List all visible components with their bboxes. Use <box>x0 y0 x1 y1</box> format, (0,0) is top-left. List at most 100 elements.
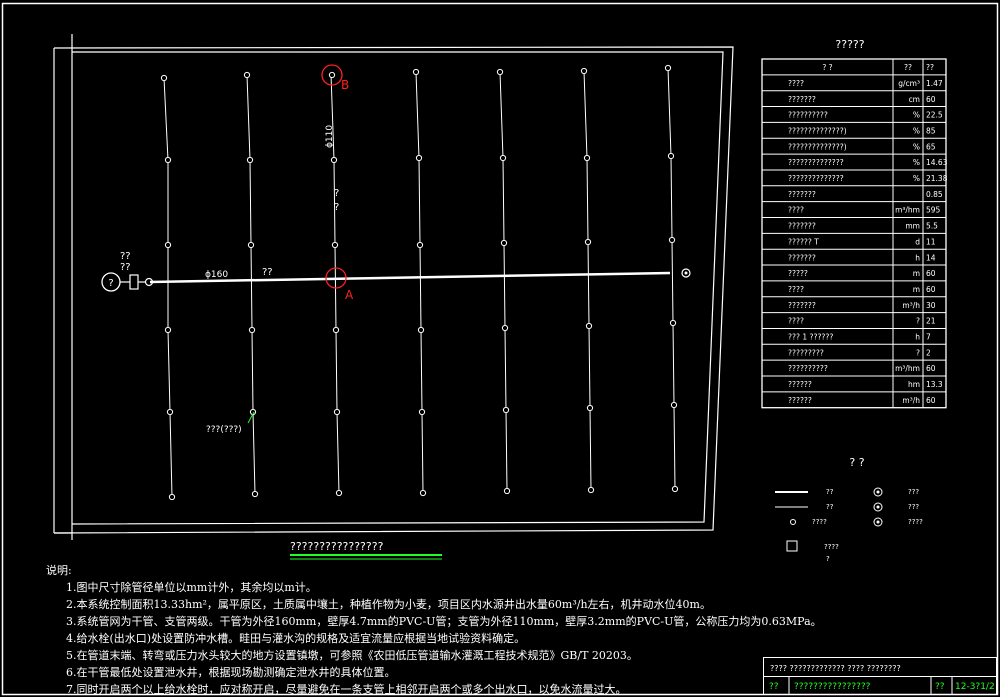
param-row-unit: m³/h <box>902 396 920 405</box>
param-row-value: 7 <box>926 333 931 342</box>
param-row-unit: hm <box>908 380 920 389</box>
title-block-row1: ???? ????????????? ???? ???????? <box>770 664 901 673</box>
marker-b-label: B <box>341 78 349 92</box>
title-block: ???? ????????????? ???? ???????? ?? ????… <box>763 657 997 695</box>
hydrant-note: ???(???) <box>206 425 242 435</box>
param-row-value: 595 <box>926 206 941 215</box>
param-row-value: 1.47 <box>926 79 943 88</box>
param-header-value: ?? <box>926 63 934 72</box>
pump-label: ? <box>108 278 113 289</box>
param-row-value: 60 <box>926 95 936 104</box>
param-row-unit: m <box>913 269 920 278</box>
title-block-cell-b: ???????????????? <box>794 682 871 692</box>
param-row-name: ?????????????? <box>788 158 844 167</box>
branch-pipe-label: ϕ110 <box>325 125 335 148</box>
param-row-name: ??????? <box>788 253 816 262</box>
param-row-unit: d <box>915 237 920 246</box>
param-row-value: 14 <box>926 253 936 262</box>
legend-item-5: ???? <box>812 518 827 526</box>
cad-drawing: { "plan": { "pump_label": "?", "pump_not… <box>0 0 1000 697</box>
param-row-unit: % <box>913 111 920 120</box>
param-row-value: 85 <box>926 126 936 135</box>
legend-item-4: ??? <box>908 503 919 511</box>
note-item-6: 6.在干管最低处设置泄水井，根据现场勘测确定泄水井的具体位置。 <box>66 666 396 679</box>
param-table-title: ????? <box>835 38 864 51</box>
param-table: ? ????????? g/cm³ 1.47??????? cm 60?????????… <box>761 58 948 409</box>
param-row-value: 22.5 <box>926 111 943 120</box>
param-row-name: ?????? T <box>788 237 819 246</box>
param-row-name: ???? <box>788 317 804 326</box>
param-row-name: ?????? <box>788 380 812 389</box>
param-row-value: 21.38 <box>926 174 948 183</box>
param-row-value: 30 <box>926 301 936 310</box>
param-row-name: ??????? <box>788 190 816 199</box>
title-block-cell-a: ?? <box>769 682 779 692</box>
main-pipe-label: ϕ160 <box>205 270 228 280</box>
plan-caption: ???????????????? <box>290 540 384 553</box>
param-row-name: ??????? <box>788 222 816 231</box>
param-row-value: 60 <box>926 269 936 278</box>
note-item-5: 5.在管道末端、转弯或压力水头较大的地方设置镇墩，可参照《农田低压管道输水灌溉工… <box>66 649 638 662</box>
param-row-name: ??????????????) <box>788 126 847 135</box>
param-row-unit: h <box>915 333 920 342</box>
note-item-7: 7.同时开启两个以上给水栓时，应对称开启，尽量避免在一条支管上相邻开启两个或多个… <box>66 683 627 696</box>
param-row-name: ?????????? <box>788 111 828 120</box>
param-row-value: 0.85 <box>926 190 943 199</box>
param-row-name: ??????? <box>788 95 816 104</box>
field-boundary <box>53 34 734 540</box>
param-row-name: ??? 1 ?????? <box>788 333 833 342</box>
legend-item-3: ??? <box>908 488 919 496</box>
branch-note-2: ? <box>334 202 339 213</box>
param-row-value: 65 <box>926 142 936 151</box>
param-row-unit: % <box>913 142 920 151</box>
param-row-unit: mm <box>905 222 920 231</box>
param-row-unit: m³/h <box>902 301 920 310</box>
legend: ?? ?? ??? ??? ???? ???? ???? ? <box>775 487 923 563</box>
param-header-item: ? ? <box>822 63 832 72</box>
param-row-unit: m³/hm <box>895 364 920 373</box>
legend-main-pipe: ?? <box>826 488 834 496</box>
note-item-4: 4.给水栓(出水口)处设置防冲水槽。畦田与灌水沟的规格及适宜流量应根据当地试验资… <box>66 632 526 645</box>
title-block-cell-c: ?? <box>935 682 945 692</box>
marker-a-label: A <box>345 288 354 302</box>
param-row-name: ????????? <box>788 348 824 357</box>
param-row-value: 21 <box>926 317 936 326</box>
param-row-value: 2 <box>926 348 931 357</box>
note-item-2: 2.本系统控制面积13.33hm²，属平原区，土质属中壤土，种植作物为小麦，项目… <box>66 598 711 611</box>
param-row-name: ??????? <box>788 301 816 310</box>
main-pipe-note: ?? <box>262 267 273 278</box>
legend-item-6: ???? <box>908 518 923 526</box>
param-row-unit: cm <box>909 95 920 104</box>
note-item-1: 1.图中尺寸除管径单位以mm计外，其余均以m计。 <box>66 581 317 594</box>
pump-note-2: ?? <box>120 262 131 273</box>
param-row-name: ???? <box>788 79 804 88</box>
legend-title: ? ? <box>849 456 864 469</box>
param-row-unit: % <box>913 126 920 135</box>
param-row-value: 60 <box>926 285 936 294</box>
pump-note-1: ?? <box>120 251 131 262</box>
note-item-3: 3.系统管网为干管、支管两级。干管为外径160mm，壁厚4.7mm的PVC-U管… <box>66 615 822 628</box>
param-row-name: ?????????????? <box>788 174 844 183</box>
valve-icon <box>129 274 139 290</box>
param-row-name: ?????????? <box>788 364 828 373</box>
param-row-name: ?????? <box>788 396 812 405</box>
branch-note-1: ? <box>334 188 339 199</box>
notes-title: 说明: <box>46 564 72 577</box>
param-row-unit: g/cm³ <box>898 79 920 88</box>
param-header-unit: ?? <box>904 63 912 72</box>
param-row-unit: ? <box>916 317 920 326</box>
legend-extra-1: ???? <box>824 543 839 551</box>
param-row-value: 13.3 <box>926 380 943 389</box>
legend-branch-pipe: ?? <box>826 503 834 511</box>
param-row-name: ???? <box>788 206 804 215</box>
param-row-unit: h <box>915 253 920 262</box>
param-row-name: ???? <box>788 285 804 294</box>
param-row-name: ????? <box>788 269 808 278</box>
param-row-value: 60 <box>926 364 936 373</box>
param-row-name: ??????????????) <box>788 142 847 151</box>
param-row-unit: m <box>913 285 920 294</box>
param-row-value: 60 <box>926 396 936 405</box>
param-row-value: 5.5 <box>926 222 938 231</box>
param-row-unit: m³/hm <box>895 206 920 215</box>
param-row-value: 14.63 <box>926 158 948 167</box>
